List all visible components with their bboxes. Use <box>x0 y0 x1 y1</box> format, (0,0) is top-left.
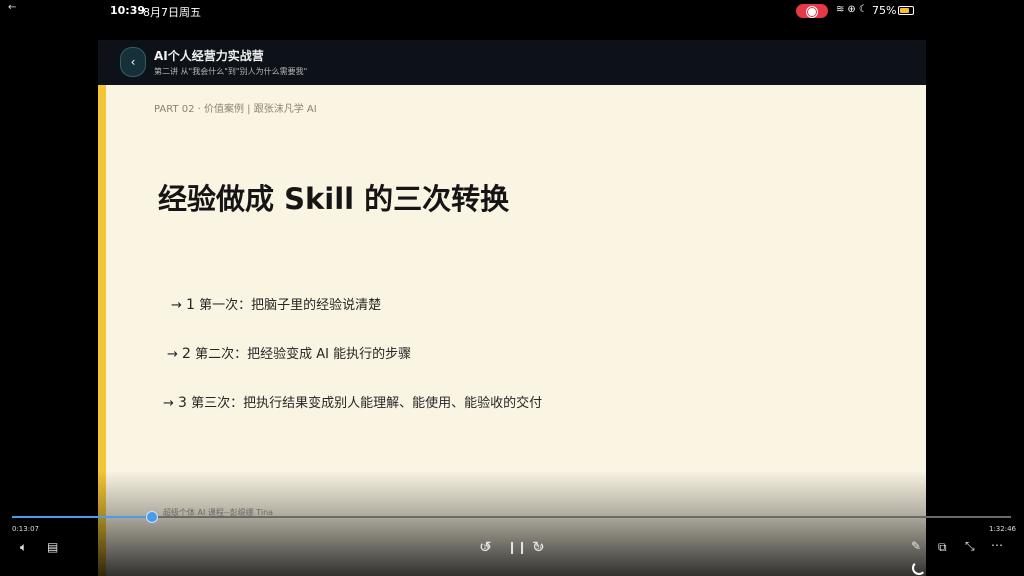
slide-part-label: PART 02 · 价值案例 | 跟张沫凡学 AI <box>154 104 317 115</box>
slide-title: 经验做成 Skill 的三次转换 <box>158 182 510 216</box>
pause-button[interactable]: ❙❙ <box>507 541 527 553</box>
step-item: → 1 第一次：把脑子里的经验说清楚 <box>171 294 381 313</box>
status-bar: ← 10:39 8月7日周五 ≋⊕☾ 75% <box>0 0 1024 22</box>
status-icons: ≋⊕☾ <box>836 4 871 15</box>
step-item: → 2 第二次：把经验变成 AI 能执行的步骤 <box>167 343 411 362</box>
screen-record-indicator[interactable] <box>796 4 828 18</box>
step-number: 1 <box>186 297 195 313</box>
clock: 10:39 <box>110 4 146 17</box>
step-item: → 3 第三次：把执行结果变成别人能理解、能使用、能验收的交付 <box>163 392 542 411</box>
course-title: AI个人经营力实战营 <box>154 49 264 63</box>
date: 8月7日周五 <box>143 6 201 19</box>
controls-gradient <box>98 470 926 576</box>
pause-icon: ❙❙ <box>507 540 528 554</box>
skip-forward-button[interactable]: ↻ 30 <box>532 538 545 556</box>
skip-forward-seconds: 30 <box>536 544 544 551</box>
subtitle-icon[interactable]: ▤ <box>47 541 58 553</box>
exit-fullscreen-icon[interactable]: ⤡ <box>965 540 975 552</box>
moon-icon: ☾ <box>858 4 871 15</box>
progress-track[interactable] <box>12 516 1011 518</box>
back-arrow-icon[interactable]: ← <box>8 2 16 13</box>
step-number: 2 <box>182 346 191 362</box>
record-icon <box>807 7 817 17</box>
lesson-subtitle: 第二讲 从"我会什么"到"别人为什么需要我" <box>154 67 308 76</box>
battery-icon <box>898 6 914 15</box>
more-icon[interactable]: ⋯ <box>991 539 1003 551</box>
current-time: 0:13:07 <box>12 525 39 533</box>
skip-back-button[interactable]: ↺ 10 <box>479 538 492 556</box>
wifi-icon: ≋ <box>836 4 848 15</box>
skip-back-seconds: 10 <box>483 544 491 551</box>
progress-played <box>12 516 152 518</box>
pen-icon[interactable]: ✎ <box>911 540 921 552</box>
total-time: 1:32:46 <box>989 525 1016 533</box>
picture-in-picture-icon[interactable]: ⧉ <box>938 541 947 553</box>
progress-scrubber[interactable] <box>146 511 158 523</box>
step-number: 3 <box>178 395 187 411</box>
arrow-icon: → <box>167 347 178 362</box>
arrow-icon: → <box>171 298 182 313</box>
step-text: 第三次：把执行结果变成别人能理解、能使用、能验收的交付 <box>191 396 543 411</box>
step-text: 第一次：把脑子里的经验说清楚 <box>199 298 382 313</box>
loading-spinner-icon <box>912 561 926 575</box>
volume-icon[interactable]: 🔈︎ <box>20 541 27 553</box>
step-text: 第二次：把经验变成 AI 能执行的步骤 <box>195 347 412 362</box>
back-button[interactable]: ‹ <box>120 47 146 77</box>
arrow-icon: → <box>163 396 174 411</box>
chevron-left-icon: ‹ <box>130 55 136 69</box>
location-icon: ⊕ <box>847 4 859 15</box>
battery-percent: 75% <box>872 4 897 17</box>
